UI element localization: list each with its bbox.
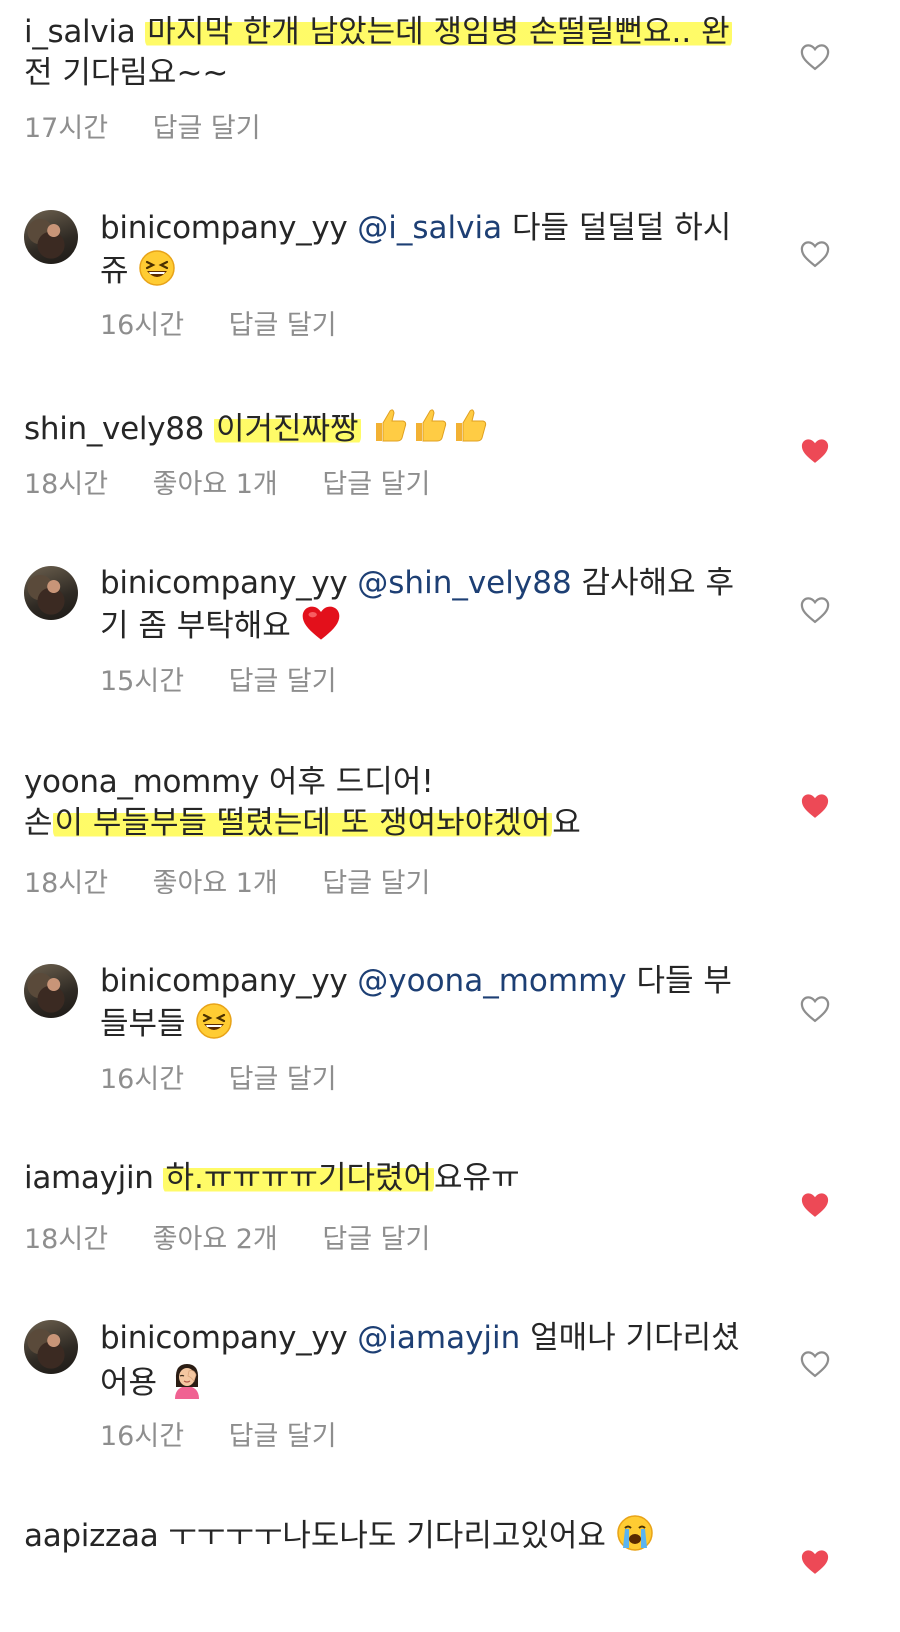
comment-meta: 18시간 좋아요 2개 답글 달기 (24, 1217, 466, 1256)
comment-message: 다들 덜덜덜 하시 (502, 210, 732, 246)
like-heart-icon[interactable] (800, 240, 830, 268)
reply-button[interactable]: 답글 달기 (229, 1064, 337, 1095)
comment-message-line2: 들부들 (100, 1006, 186, 1042)
comment-text: yoona_mommy 어후 드디어! 손이 부들부들 떨렸는데 또 쟁여놔야겠… (24, 762, 581, 844)
comment-meta: 16시간 답글 달기 (100, 1414, 373, 1453)
comment-meta: 16시간 답글 달기 (100, 1057, 373, 1096)
comment-text: iamayjin 하.ㅠㅠㅠㅠ기다렸어요유ㅠ (24, 1158, 520, 1199)
comment-message: ㅜㅜㅜㅜ나도나도 기다리고있어요 (158, 1518, 606, 1554)
mention-link[interactable]: @yoona_mommy (357, 963, 626, 999)
comment-time: 18시간 (24, 868, 109, 899)
reply-button[interactable]: 답글 달기 (322, 868, 430, 899)
comment-meta: 18시간 좋아요 1개 답글 달기 (24, 861, 466, 900)
comment-message-highlighted: 이 부들부들 떨렸는데 또 쟁여놔야겠어 (52, 805, 553, 841)
reply-button[interactable]: 답글 달기 (322, 469, 430, 500)
grinning-squinting-face-icon (195, 1002, 233, 1040)
like-heart-icon[interactable] (800, 995, 830, 1023)
comment-message-highlighted: 이거진짜짱 (213, 411, 361, 447)
comment-text: binicompany_yy @i_salvia 다들 덜덜덜 하시 쥬 (100, 208, 731, 292)
reply-button[interactable]: 답글 달기 (153, 113, 261, 144)
comment-time: 16시간 (100, 1064, 185, 1095)
comment-time: 16시간 (100, 1421, 185, 1452)
like-count[interactable]: 좋아요 2개 (153, 1224, 278, 1255)
comment-username[interactable]: i_salvia (24, 14, 136, 50)
mention-link[interactable]: @iamayjin (357, 1320, 520, 1356)
comment-time: 16시간 (100, 310, 185, 341)
comment-username[interactable]: shin_vely88 (24, 411, 204, 447)
comment-message: 감사해요 후 (571, 565, 734, 601)
comment-message-line2-start: 손 (24, 805, 53, 841)
comment-message-end: 요유ㅠ (434, 1160, 520, 1196)
avatar[interactable] (24, 1320, 78, 1374)
grinning-squinting-face-icon (138, 249, 176, 287)
liked-heart-icon[interactable] (800, 792, 830, 820)
comment-text: binicompany_yy @yoona_mommy 다들 부 들부들 (100, 961, 732, 1045)
loudly-crying-face-icon (616, 1514, 654, 1552)
avatar[interactable] (24, 210, 78, 264)
comment-message-highlighted: 마지막 한개 남았는데 쟁임병 손떨릴뻔요.. 완 (145, 14, 732, 50)
comment-text: aapizzaa ㅜㅜㅜㅜ나도나도 기다리고있어요 (24, 1514, 654, 1557)
comment-time: 18시간 (24, 1224, 109, 1255)
comment-username[interactable]: aapizzaa (24, 1518, 159, 1554)
comment-message: 얼매나 기다리셨 (520, 1320, 740, 1356)
comment-message: 다들 부 (626, 963, 732, 999)
comment-message-line2: 어용 (100, 1365, 158, 1401)
comment-message: 어후 드디어! (259, 764, 434, 800)
comment-username[interactable]: binicompany_yy (100, 963, 348, 999)
comment-message-line2-end: 요 (552, 805, 581, 841)
comment-meta: 15시간 답글 달기 (100, 659, 373, 698)
comment-username[interactable]: iamayjin (24, 1160, 154, 1196)
comment-text: binicompany_yy @shin_vely88 감사해요 후 기 좀 부… (100, 563, 734, 647)
like-count[interactable]: 좋아요 1개 (153, 868, 278, 899)
reply-button[interactable]: 답글 달기 (229, 1421, 337, 1452)
liked-heart-icon[interactable] (800, 1191, 830, 1219)
woman-facepalming-icon (167, 1359, 207, 1399)
comment-meta: 17시간 답글 달기 (24, 106, 297, 145)
comment-text: i_salvia 마지막 한개 남았는데 쟁임병 손떨릴뻔요.. 완 전 기다림… (24, 12, 732, 94)
comment-message-line2: 쥬 (100, 253, 129, 289)
comment-meta: 16시간 답글 달기 (100, 303, 373, 342)
comment-text: shin_vely88 이거진짜짱 (24, 405, 490, 450)
like-count[interactable]: 좋아요 1개 (153, 469, 278, 500)
thumbs-up-icon (410, 405, 450, 445)
comment-message-line2: 전 기다림요~~ (24, 55, 229, 91)
red-heart-icon (301, 604, 341, 642)
avatar[interactable] (24, 964, 78, 1018)
comment-text: binicompany_yy @iamayjin 얼매나 기다리셨 어용 (100, 1318, 740, 1404)
liked-heart-icon[interactable] (800, 1548, 830, 1576)
like-heart-icon[interactable] (800, 596, 830, 624)
comment-time: 18시간 (24, 469, 109, 500)
reply-button[interactable]: 답글 달기 (322, 1224, 430, 1255)
mention-link[interactable]: @i_salvia (357, 210, 502, 246)
like-heart-icon[interactable] (800, 1350, 830, 1378)
comment-message-highlighted: 하.ㅠㅠㅠㅠ기다렸어 (163, 1160, 435, 1196)
comment-username[interactable]: binicompany_yy (100, 1320, 348, 1356)
comment-username[interactable]: binicompany_yy (100, 210, 348, 246)
comment-meta: 18시간 좋아요 1개 답글 달기 (24, 462, 466, 501)
comment-username[interactable]: yoona_mommy (24, 764, 259, 800)
comment-time: 17시간 (24, 113, 109, 144)
mention-link[interactable]: @shin_vely88 (357, 565, 571, 601)
thumbs-up-icon (450, 405, 490, 445)
reply-button[interactable]: 답글 달기 (229, 666, 337, 697)
avatar[interactable] (24, 566, 78, 620)
comment-username[interactable]: binicompany_yy (100, 565, 348, 601)
thumbs-up-icon (370, 405, 410, 445)
comment-message-line2: 기 좀 부탁해요 (100, 608, 291, 644)
liked-heart-icon[interactable] (800, 437, 830, 465)
like-heart-icon[interactable] (800, 43, 830, 71)
comment-time: 15시간 (100, 666, 185, 697)
reply-button[interactable]: 답글 달기 (229, 310, 337, 341)
